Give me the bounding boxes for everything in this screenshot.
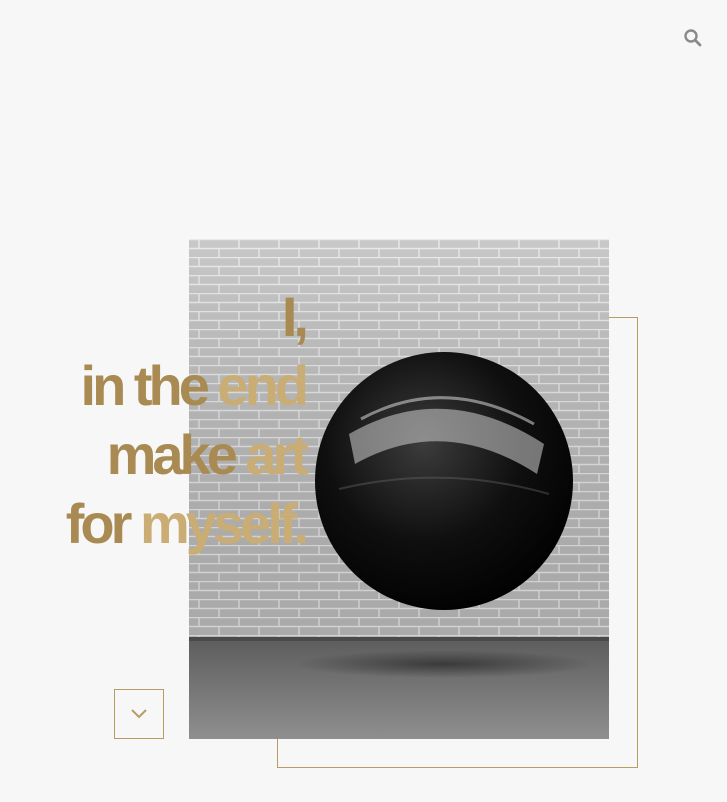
headline-word: art [233,423,309,486]
chevron-down-icon [131,709,147,719]
headline-word: I, [281,285,309,348]
scroll-down-button[interactable] [114,689,164,739]
hero-headline: I, in the end make art for myself. [65,282,309,558]
search-icon [684,29,702,47]
headline-word: in the [80,354,210,417]
search-button[interactable] [683,28,703,48]
headline-line-1: I, [66,282,309,351]
headline-line-3: make art [66,420,309,489]
headline-line-2: in the end [66,351,309,420]
headline-word: end [205,354,309,417]
headline-word: myself. [128,492,309,555]
headline-line-4: for myself. [65,489,309,558]
headline-word: make [106,423,238,486]
headline-word: for [65,492,133,555]
